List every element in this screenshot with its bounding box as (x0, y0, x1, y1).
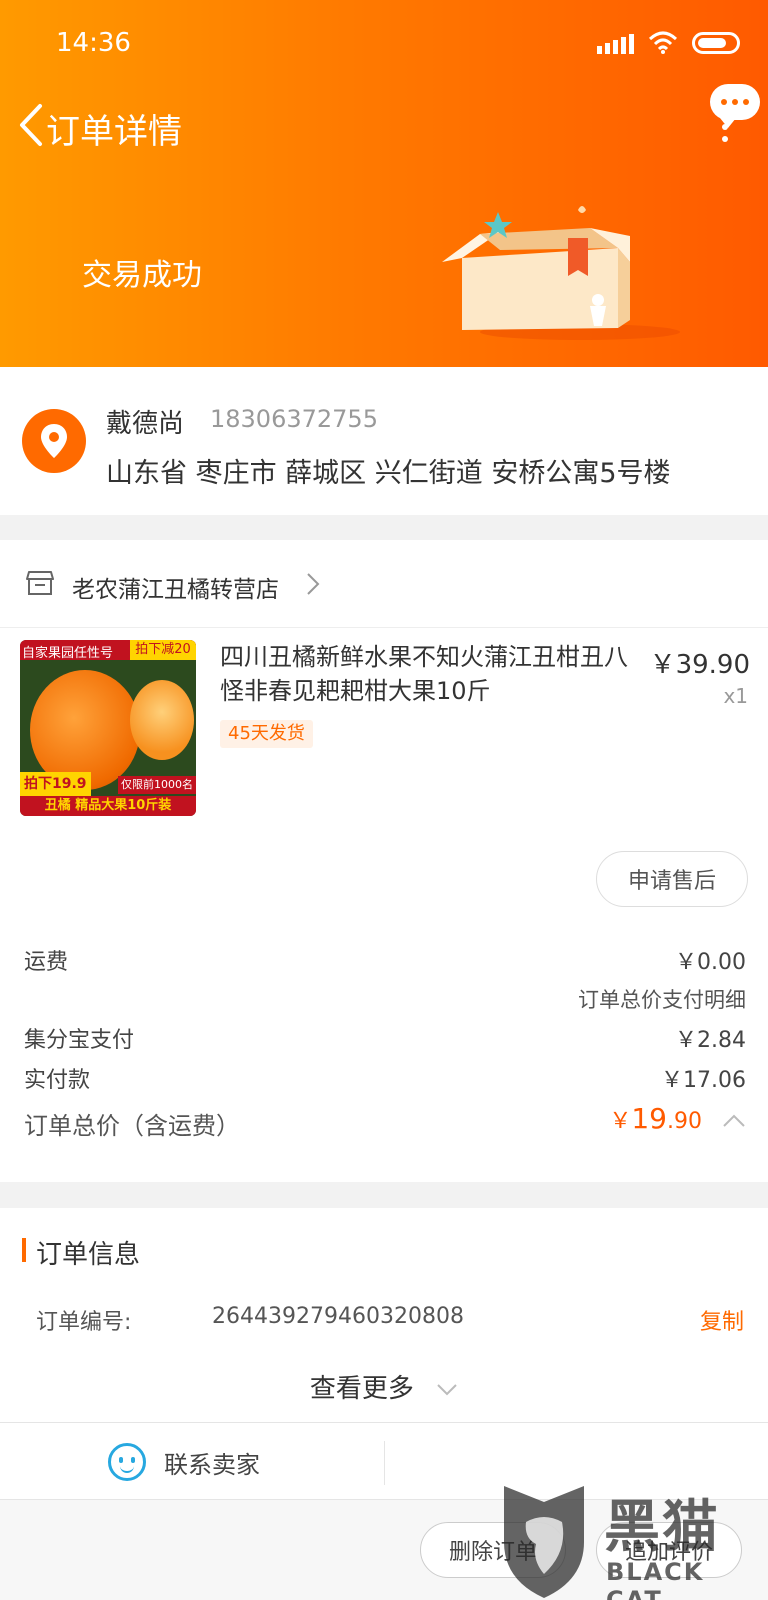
image-top-left-text: 自家果园任性号 (22, 646, 114, 661)
shop-row[interactable]: 老农蒲江丑橘转营店 (0, 540, 768, 628)
store-icon (26, 571, 54, 595)
order-header: 14:36 订单详情 交易成功 (0, 0, 768, 367)
order-total-row[interactable]: 订单总价（含运费） ￥19.90 (24, 1102, 746, 1142)
trade-status: 交易成功 (82, 258, 202, 293)
copy-order-number-button[interactable]: 复制 (700, 1304, 744, 1336)
page-title: 订单详情 (46, 112, 182, 152)
paid-amount-label: 实付款 (24, 1068, 91, 1093)
recipient-phone: 18306372755 (210, 405, 378, 433)
shipping-fee-row: 运费 ￥0.00 (24, 944, 746, 976)
divider (384, 1441, 385, 1485)
watermark-text-en: BLACK CAT (606, 1558, 705, 1600)
chevron-down-icon (437, 1383, 457, 1395)
watermark-text-cn: 黑猫 (604, 1495, 720, 1560)
image-limit-badge: 仅限前1000名 (118, 776, 196, 794)
order-info-title: 订单信息 (36, 1240, 141, 1270)
payment-detail-link[interactable]: 订单总价支付明细 (578, 984, 746, 1014)
product-thumbnail[interactable]: 自家果园任性号 拍下减20 拍下19.9 仅限前1000名 丑橘 精品大果10斤… (20, 640, 196, 816)
battery-icon (692, 32, 740, 54)
more-menu-icon[interactable] (722, 124, 728, 142)
location-pin-icon (22, 409, 86, 473)
orange-fruit-half (130, 680, 194, 760)
chevron-right-icon (307, 573, 320, 595)
shop-name[interactable]: 老农蒲江丑橘转营店 (72, 570, 279, 604)
status-time: 14:36 (56, 28, 131, 58)
see-more-button[interactable]: 查看更多 (0, 1368, 768, 1405)
paid-amount-value: ￥17.06 (661, 1068, 746, 1093)
jifenbao-label: 集分宝支付 (24, 1028, 135, 1053)
jifenbao-value: ￥2.84 (675, 1028, 746, 1053)
shipping-fee-value: ￥0.00 (675, 950, 746, 975)
image-tagline: 丑橘 精品大果10斤装 (20, 796, 196, 816)
product-title[interactable]: 四川丑橘新鲜水果不知火蒲江丑柑丑八怪非春见耙耙柑大果10斤 (220, 640, 630, 708)
chevron-up-icon[interactable] (722, 1112, 746, 1128)
product-quantity: x1 (723, 684, 748, 708)
section-accent-bar (22, 1238, 26, 1262)
status-icons (597, 30, 740, 56)
smile-chat-icon (108, 1443, 146, 1481)
signal-icon (597, 32, 634, 54)
product-price: ￥39.90 (649, 650, 750, 680)
shipping-fee-label: 运费 (24, 950, 69, 975)
see-more-label: 查看更多 (309, 1374, 414, 1404)
paid-amount-row: 实付款 ￥17.06 (24, 1062, 746, 1094)
order-total-value: ￥19.90 (609, 1102, 702, 1135)
contact-seller-button[interactable]: 联系卖家 (108, 1439, 260, 1485)
address-detail: 山东省 枣庄市 薛城区 兴仁街道 安桥公寓5号楼 (106, 458, 671, 489)
order-card: 老农蒲江丑橘转营店 自家果园任性号 拍下减20 拍下19.9 仅限前1000名 … (0, 540, 768, 1182)
message-icon[interactable] (710, 84, 760, 128)
jifenbao-row: 集分宝支付 ￥2.84 (24, 1022, 746, 1054)
image-bottom-banner: 拍下19.9 仅限前1000名 丑橘 精品大果10斤装 (20, 772, 196, 816)
package-box-illustration (442, 206, 680, 340)
order-number-value: 264439279460320808 (212, 1304, 464, 1329)
order-info-card: 订单信息 订单编号: 264439279460320808 复制 查看更多 (0, 1208, 768, 1422)
order-number-label: 订单编号: (36, 1310, 132, 1335)
image-discount-badge: 拍下减20 (130, 640, 196, 660)
after-sale-button[interactable]: 申请售后 (596, 851, 748, 907)
image-price-badge: 拍下19.9 (20, 772, 91, 796)
shipping-time-tag: 45天发货 (220, 720, 313, 748)
order-total-label: 订单总价（含运费） (24, 1112, 240, 1140)
contact-seller-label: 联系卖家 (164, 1450, 260, 1479)
recipient-name: 戴德尚 (106, 409, 185, 439)
shipping-address-card[interactable]: 戴德尚 18306372755 山东省 枣庄市 薛城区 兴仁街道 安桥公寓5号楼 (0, 367, 768, 515)
cat-shield-icon (504, 1486, 584, 1598)
wifi-icon (648, 31, 678, 54)
blackcat-watermark: 黑猫 BLACK CAT (496, 1482, 768, 1600)
back-arrow-icon[interactable] (12, 100, 48, 150)
